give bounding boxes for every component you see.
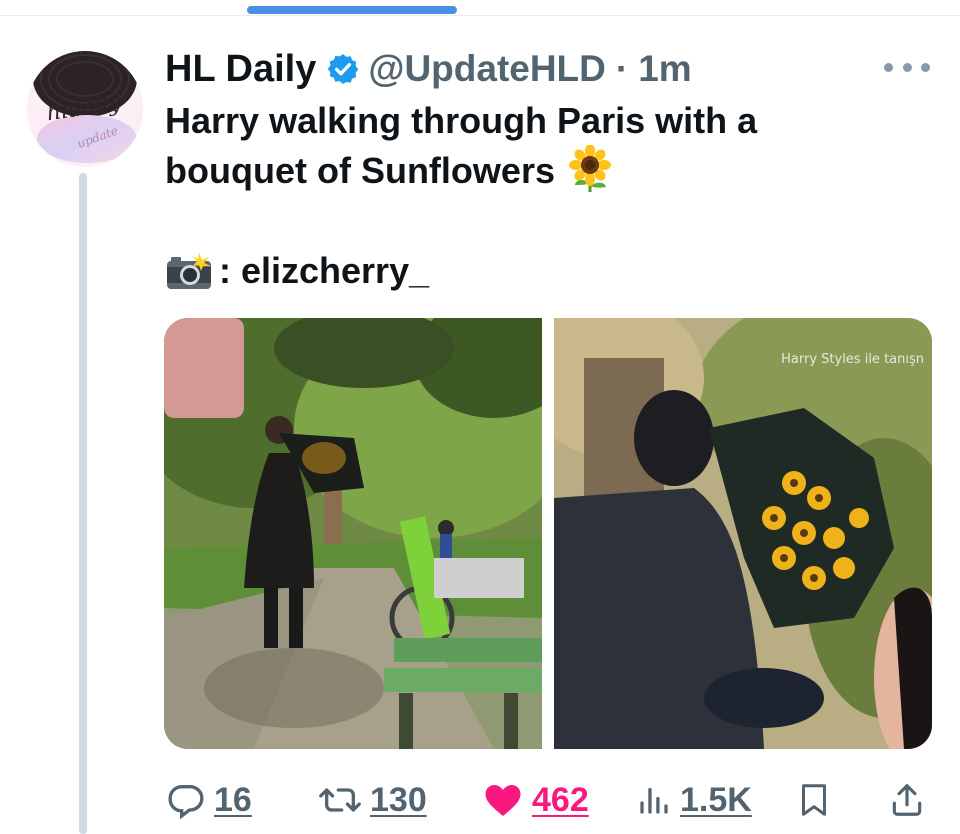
reply-button[interactable]: 16 (166, 776, 252, 824)
photo-1[interactable] (164, 318, 542, 749)
share-icon (892, 784, 922, 816)
tweet-text-line-2: bouquet of Sunflowers (165, 150, 555, 191)
views-button[interactable]: 1.5K (636, 776, 752, 824)
loading-progress-bar (247, 6, 457, 14)
tweet-text-line-1: Harry walking through Paris with a (165, 100, 758, 141)
avatar[interactable]: hldaily update (27, 51, 143, 167)
photo-credit: : elizcherry_ (165, 246, 429, 296)
verified-badge-icon (328, 54, 359, 84)
avatar-image: hldaily update (27, 51, 143, 167)
bookmark-button[interactable] (796, 776, 832, 824)
like-button[interactable]: 462 (482, 776, 589, 824)
more-icon[interactable] (884, 60, 930, 74)
like-count: 462 (532, 780, 589, 819)
photo-credit-text: : elizcherry_ (219, 250, 430, 291)
tweet-text-line-2-wrap: bouquet of Sunflowers (165, 145, 925, 197)
more-dot (884, 62, 893, 72)
retweet-button[interactable]: 130 (318, 776, 427, 824)
separator-dot: · (615, 48, 629, 89)
retweet-count: 130 (370, 780, 427, 819)
photo-2[interactable]: Harry Styles ile tanışn (554, 318, 932, 749)
camera-flash-emoji-icon (167, 253, 211, 289)
tweet-text: Harry walking through Paris with a bouqu… (165, 96, 925, 197)
tweet-timestamp[interactable]: 1m (638, 48, 691, 90)
author-handle[interactable]: @UpdateHLD (368, 48, 606, 90)
views-icon (640, 787, 668, 814)
action-bar: 16 130 462 1.5K (166, 776, 932, 824)
more-dot (921, 62, 930, 72)
reply-icon (168, 785, 204, 820)
top-divider (0, 15, 960, 16)
tweet-media[interactable]: Harry Styles ile tanışn (164, 318, 932, 749)
photo-2-image (554, 318, 932, 749)
reply-count: 16 (214, 780, 252, 819)
more-dot (902, 62, 912, 72)
thread-line (79, 173, 87, 834)
views-count: 1.5K (680, 780, 752, 819)
author-display-name[interactable]: HL Daily (165, 48, 316, 91)
photo-1-image (164, 318, 542, 749)
sunflower-emoji-icon (568, 145, 611, 193)
tweet-header: HL Daily @UpdateHLD · 1m (165, 44, 692, 94)
photo-watermark: Harry Styles ile tanışn (781, 352, 924, 367)
share-button[interactable] (888, 776, 926, 824)
retweet-icon (319, 788, 361, 812)
heart-icon (485, 785, 521, 816)
bookmark-icon (802, 784, 826, 816)
